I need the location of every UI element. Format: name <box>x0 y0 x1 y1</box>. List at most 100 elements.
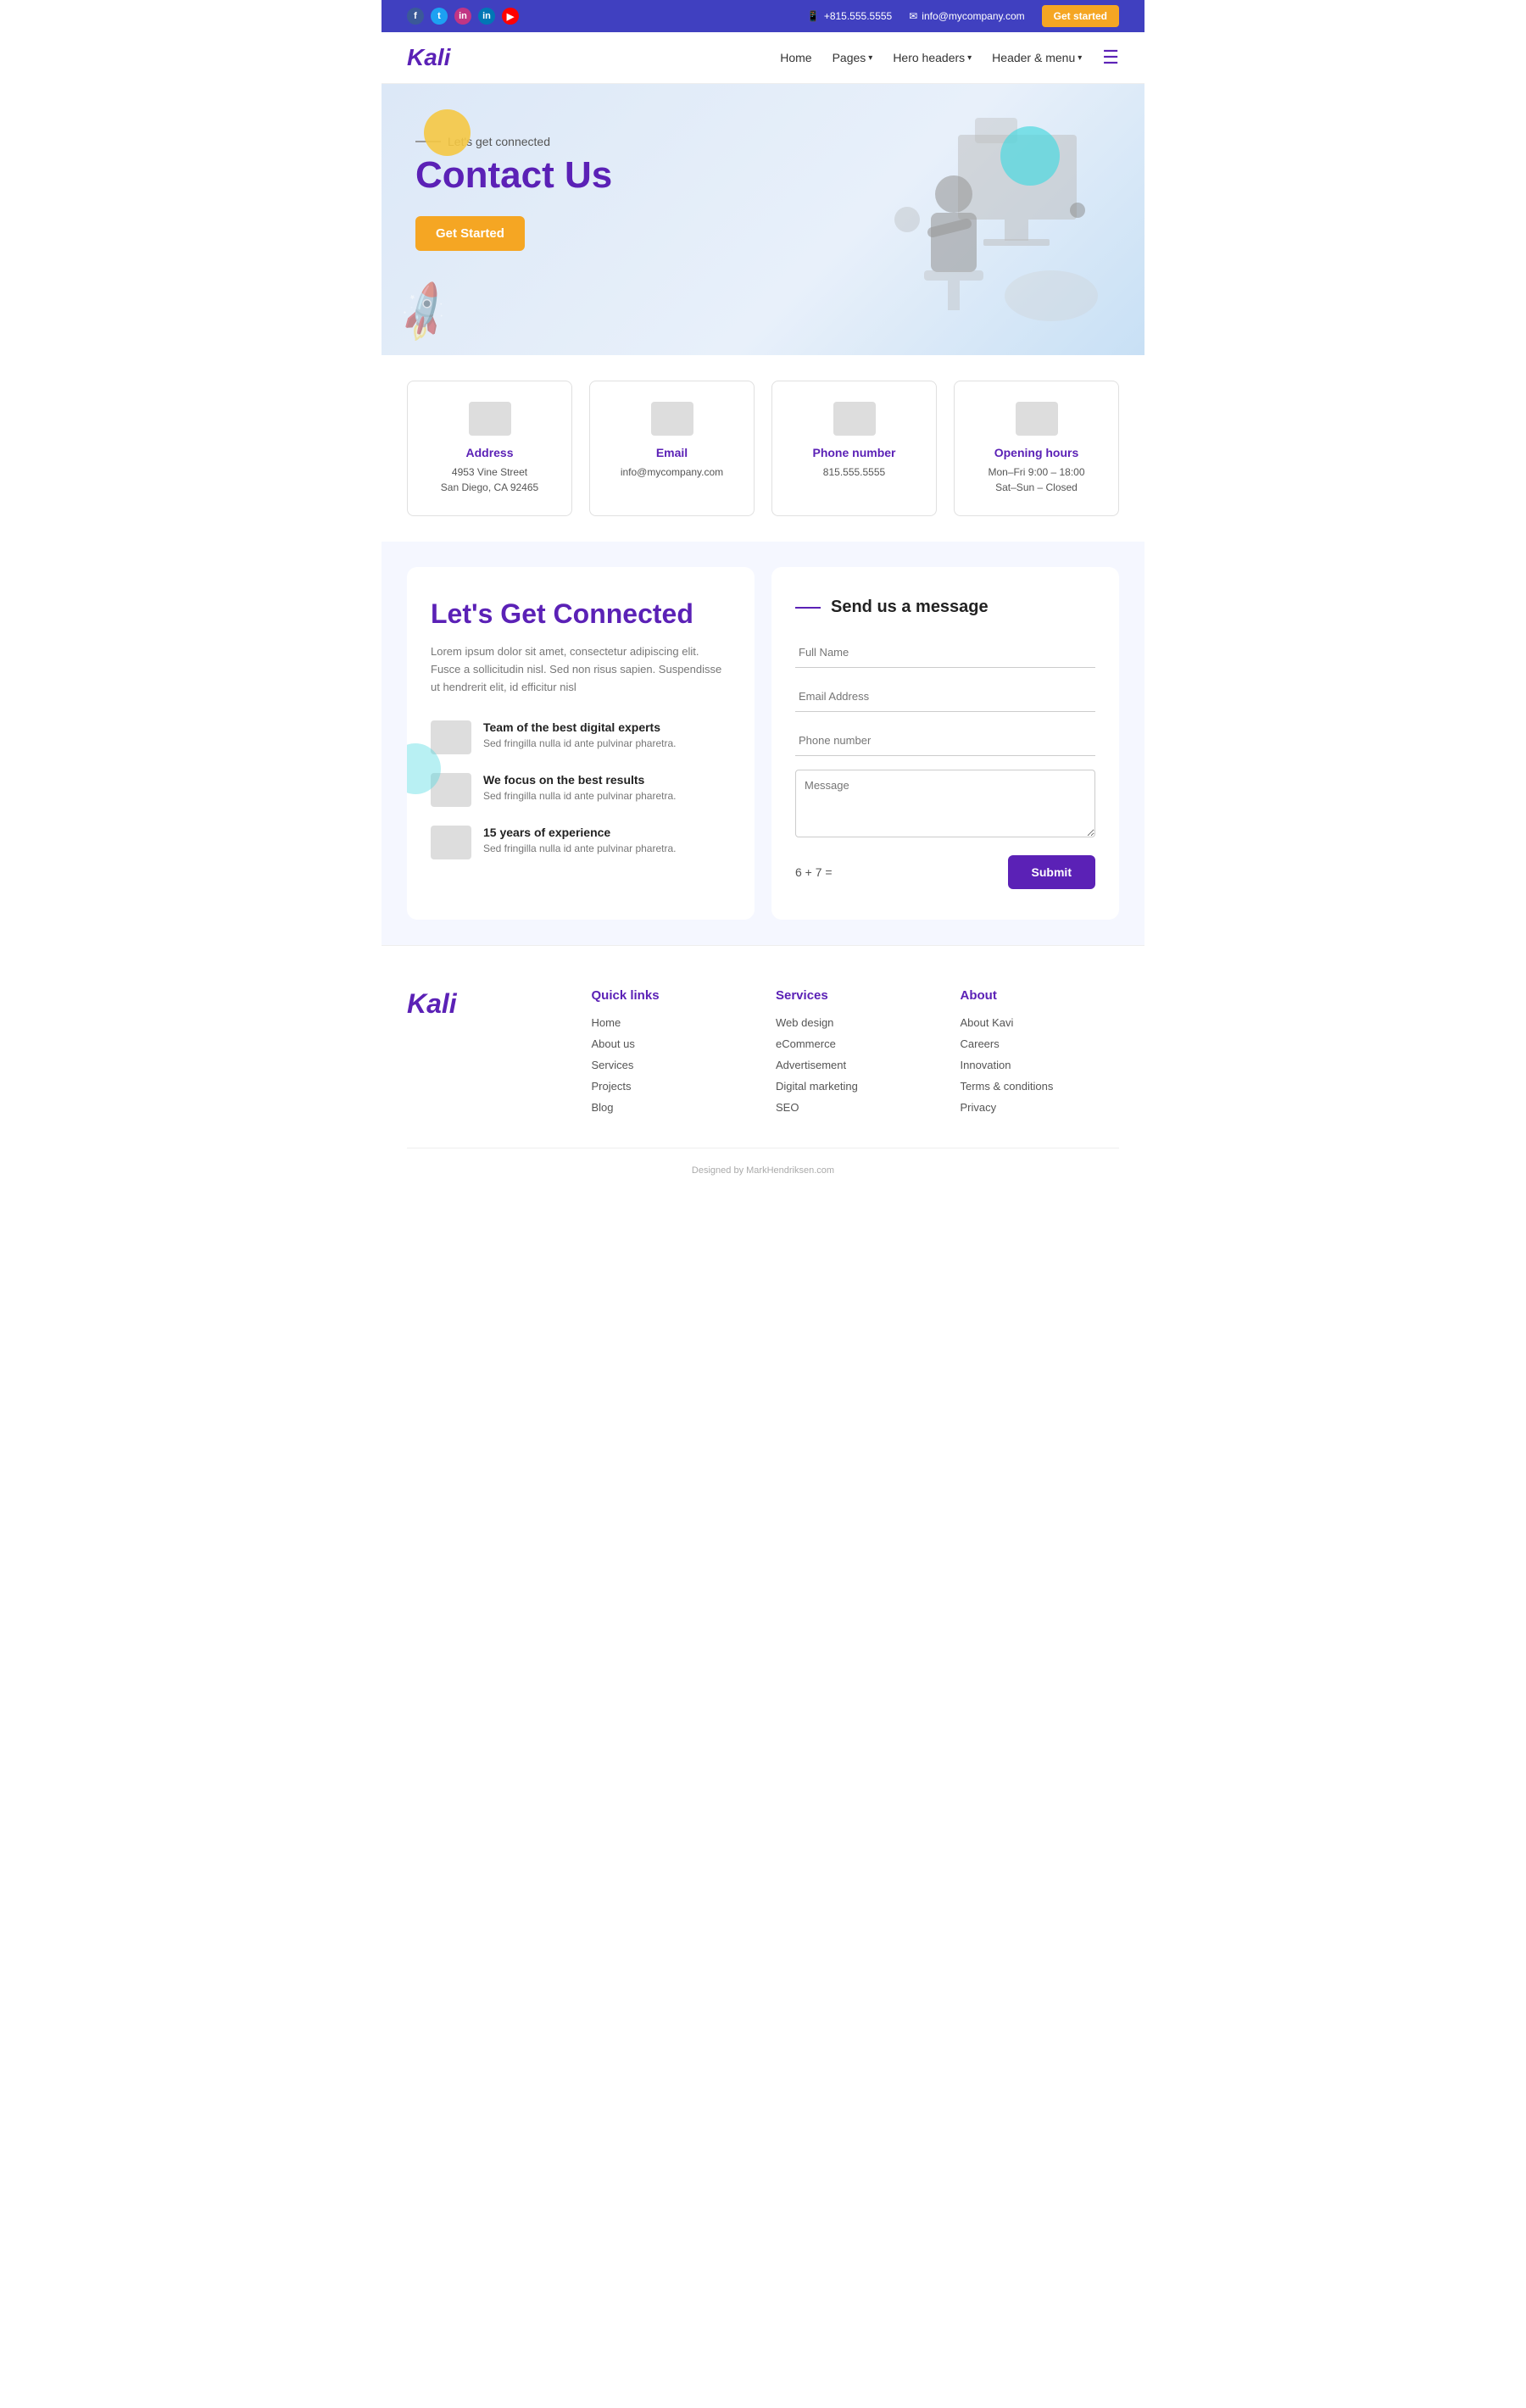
contact-card-email: Email info@mycompany.com <box>589 381 755 516</box>
feature-1-desc: Sed fringilla nulla id ante pulvinar pha… <box>483 737 676 749</box>
phone-icon: 📱 <box>807 10 820 22</box>
copyright-text: Designed by MarkHendriksen.com <box>692 1165 834 1176</box>
feature-1-title: Team of the best digital experts <box>483 720 676 734</box>
connect-left-panel: Let's Get Connected Lorem ipsum dolor si… <box>407 567 755 920</box>
footer-about-privacy[interactable]: Privacy <box>961 1101 1120 1114</box>
top-bar: f t in in ▶ 📱 +815.555.5555 ✉ info@mycom… <box>382 0 1144 32</box>
hero-cyan-circle <box>1000 126 1060 186</box>
contact-cards: Address 4953 Vine Street San Diego, CA 9… <box>382 355 1144 542</box>
footer-about-col: About About Kavi Careers Innovation Term… <box>961 988 1120 1122</box>
form-header-line <box>795 607 821 609</box>
full-name-group <box>795 637 1095 668</box>
submit-button[interactable]: Submit <box>1008 855 1095 889</box>
email-card-title: Email <box>604 446 740 459</box>
footer-service-webdesign[interactable]: Web design <box>776 1016 935 1029</box>
connect-title: Let's Get Connected <box>431 598 731 630</box>
logo[interactable]: Kali <box>407 44 450 71</box>
nav-links: Home Pages Hero headers Header & menu ☰ <box>780 47 1119 69</box>
phone-input[interactable] <box>795 726 1095 756</box>
hero-yellow-circle <box>424 109 471 156</box>
footer-grid: Kali Quick links Home About us Services … <box>407 988 1119 1122</box>
hours-card-title: Opening hours <box>968 446 1105 459</box>
footer-logo[interactable]: Kali <box>407 988 566 1020</box>
form-footer: 6 + 7 = Submit <box>795 855 1095 889</box>
address-card-line2: San Diego, CA 92465 <box>421 480 558 495</box>
hero-title: Contact Us <box>415 155 738 196</box>
feature-1-content: Team of the best digital experts Sed fri… <box>483 720 676 749</box>
footer-link-services[interactable]: Services <box>592 1059 751 1071</box>
footer-services-col: Services Web design eCommerce Advertisem… <box>776 988 935 1122</box>
email-input[interactable] <box>795 681 1095 712</box>
address-icon <box>469 402 511 436</box>
linkedin-icon[interactable]: in <box>478 8 495 25</box>
footer-about-title: About <box>961 988 1120 1003</box>
twitter-icon[interactable]: t <box>431 8 448 25</box>
footer-services-title: Services <box>776 988 935 1003</box>
hero-get-started-button[interactable]: Get Started <box>415 216 525 251</box>
captcha-text: 6 + 7 = <box>795 865 833 879</box>
full-name-input[interactable] <box>795 637 1095 668</box>
hero-svg <box>788 101 1111 338</box>
footer-link-projects[interactable]: Projects <box>592 1080 751 1093</box>
address-card-line1: 4953 Vine Street <box>421 464 558 480</box>
feature-3-icon <box>431 826 471 859</box>
contact-card-address: Address 4953 Vine Street San Diego, CA 9… <box>407 381 572 516</box>
footer-quicklinks-col: Quick links Home About us Services Proje… <box>592 988 751 1122</box>
feature-2-content: We focus on the best results Sed fringil… <box>483 773 676 802</box>
hero-small-circle <box>1070 203 1085 218</box>
email-card-icon <box>651 402 693 436</box>
footer-service-seo[interactable]: SEO <box>776 1101 935 1114</box>
footer-about-terms[interactable]: Terms & conditions <box>961 1080 1120 1093</box>
feature-3-content: 15 years of experience Sed fringilla nul… <box>483 826 676 854</box>
message-textarea[interactable] <box>795 770 1095 837</box>
connect-desc: Lorem ipsum dolor sit amet, consectetur … <box>431 643 731 696</box>
rocket-icon: 🚀 <box>389 278 459 348</box>
nav-header-menu[interactable]: Header & menu <box>992 51 1082 64</box>
hours-card-line1: Mon–Fri 9:00 – 18:00 <box>968 464 1105 480</box>
footer: Kali Quick links Home About us Services … <box>382 945 1144 1193</box>
top-phone: 📱 +815.555.5555 <box>807 10 892 22</box>
nav-hero-headers[interactable]: Hero headers <box>893 51 972 64</box>
top-bar-right: 📱 +815.555.5555 ✉ info@mycompany.com Get… <box>807 5 1119 27</box>
footer-about-kavi[interactable]: About Kavi <box>961 1016 1120 1029</box>
footer-about-innovation[interactable]: Innovation <box>961 1059 1120 1071</box>
footer-about-careers[interactable]: Careers <box>961 1037 1120 1050</box>
nav-pages[interactable]: Pages <box>833 51 873 64</box>
feature-3-title: 15 years of experience <box>483 826 676 839</box>
footer-service-ecommerce[interactable]: eCommerce <box>776 1037 935 1050</box>
footer-link-home[interactable]: Home <box>592 1016 751 1029</box>
footer-link-about[interactable]: About us <box>592 1037 751 1050</box>
youtube-icon[interactable]: ▶ <box>502 8 519 25</box>
email-group <box>795 681 1095 712</box>
nav-home[interactable]: Home <box>780 51 811 64</box>
footer-quicklinks-title: Quick links <box>592 988 751 1003</box>
hero-content: Let's get connected Contact Us Get Start… <box>415 135 738 251</box>
footer-logo-col: Kali <box>407 988 566 1122</box>
hero-section: Let's get connected Contact Us Get Start… <box>382 84 1144 355</box>
hours-card-icon <box>1016 402 1058 436</box>
facebook-icon[interactable]: f <box>407 8 424 25</box>
hamburger-icon[interactable]: ☰ <box>1102 47 1119 69</box>
top-get-started-button[interactable]: Get started <box>1042 5 1119 27</box>
footer-link-blog[interactable]: Blog <box>592 1101 751 1114</box>
feature-3: 15 years of experience Sed fringilla nul… <box>431 826 731 859</box>
contact-card-phone: Phone number 815.555.5555 <box>771 381 937 516</box>
navigation: Kali Home Pages Hero headers Header & me… <box>382 32 1144 84</box>
feature-3-desc: Sed fringilla nulla id ante pulvinar pha… <box>483 843 676 854</box>
email-icon: ✉ <box>909 10 917 22</box>
phone-card-line1: 815.555.5555 <box>786 464 922 480</box>
social-links: f t in in ▶ <box>407 8 519 25</box>
footer-service-digitalmarketing[interactable]: Digital marketing <box>776 1080 935 1093</box>
feature-1-icon <box>431 720 471 754</box>
message-group <box>795 770 1095 842</box>
feature-2-title: We focus on the best results <box>483 773 676 787</box>
hero-illustration <box>788 101 1111 338</box>
phone-card-title: Phone number <box>786 446 922 459</box>
form-header: Send us a message <box>795 598 1095 617</box>
phone-card-icon <box>833 402 876 436</box>
footer-service-advertisement[interactable]: Advertisement <box>776 1059 935 1071</box>
email-card-line1: info@mycompany.com <box>604 464 740 480</box>
form-header-title: Send us a message <box>831 598 989 617</box>
feature-2-desc: Sed fringilla nulla id ante pulvinar pha… <box>483 790 676 802</box>
instagram-icon[interactable]: in <box>454 8 471 25</box>
